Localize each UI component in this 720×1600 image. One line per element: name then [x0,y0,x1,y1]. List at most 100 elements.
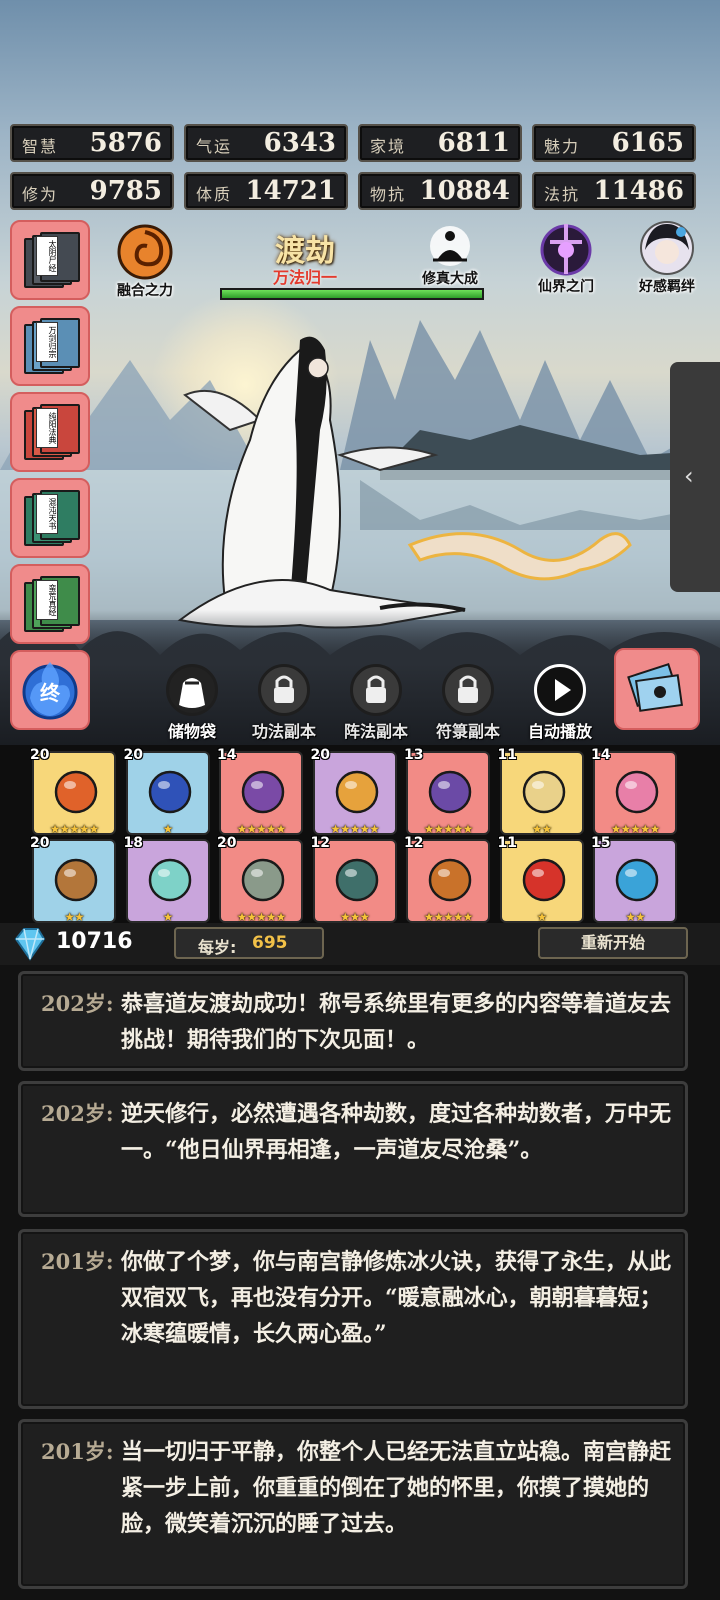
stat-label: 物抗 [370,185,407,204]
realm-progress-fill [222,290,482,298]
book-title: 纯阳法典 [36,408,58,448]
technique-dungeon-button[interactable]: 功法副本 [244,664,324,741]
talisman-shop-button[interactable] [614,648,700,730]
cultivate-complete-button[interactable]: 修真大成 [414,224,486,290]
restart-button[interactable]: 重新开始 [538,927,688,959]
stat-value: 6343 [263,128,336,158]
inventory-slot[interactable]: 13 ★★★★★ [404,747,490,836]
inventory-slot[interactable]: 20 ★★★★★ [311,747,397,836]
book-button-2[interactable]: 万剑归宗 [10,306,90,386]
stat-label: 智慧 [22,137,59,156]
mirror-icon [428,770,472,814]
stat-wisdom: 智慧 5876 [10,124,174,162]
log-entry: 201岁: 你做了个梦，你与南宫静修炼冰火诀，获得了永生，从此双宿双飞，再也没有… [18,1229,688,1409]
item-level: 20 [217,835,237,851]
book-button-1[interactable]: 太阴尸经 [10,220,90,300]
inventory-slot[interactable]: 20 ★ [124,747,210,836]
log-text: 你做了个梦，你与南宫静修炼冰火诀，获得了永生，从此双宿双飞，再也没有分开。“暖意… [121,1249,672,1347]
inventory-slot[interactable]: 14 ★★★★★ [217,747,303,836]
talisman-dungeon-button[interactable]: 符箓副本 [428,664,508,741]
gourd-icon [335,770,378,814]
log-age: 202岁: [41,991,114,1016]
log-entry: 202岁: 逆天修行，必然遭遇各种劫数，度过各种劫数者，万中无一。“他日仙界再相… [18,1081,688,1217]
blue-flame-icon: 终 [22,662,78,720]
item-level: 11 [497,835,517,851]
inventory-slot[interactable]: 20 ★★ [30,835,116,924]
formation-dungeon-button[interactable]: 阵法副本 [336,664,416,741]
stat-value: 6811 [437,128,510,158]
axe-icon [241,858,285,902]
inventory-slot[interactable]: 14 ★★★★★ [591,747,677,836]
inventory-slot[interactable]: 15 ★★ [591,835,677,924]
orb-red-icon [522,858,565,902]
immortal-gate-button[interactable]: 仙界之门 [522,220,610,300]
inventory-slot[interactable]: 20 ★★★★★ [30,747,116,836]
stat-value: 5876 [89,128,162,158]
ending-button[interactable]: 终 [10,650,90,730]
star-rating: ★★ [64,910,85,924]
heroine-portrait-icon [640,221,694,275]
stat-phys-resist: 物抗 10884 [358,172,522,210]
cauldron-icon [428,858,472,902]
inventory-slot[interactable]: 20 ★★★★★ [217,835,303,924]
book-button-4[interactable]: 混沌天书 [10,478,90,558]
item-level: 20 [310,747,330,763]
log-entry: 202岁: 恭喜道友渡劫成功！称号系统里有更多的内容等着道友去挑战！期待我们的下… [18,971,688,1071]
item-level: 15 [591,835,611,851]
star-rating: ★★★★★ [423,822,474,836]
stat-value: 14721 [245,176,336,206]
star-rating: ★ [536,910,548,924]
star-rating: ★★★★★ [423,910,474,924]
star-rating: ★★★★★ [236,822,287,836]
stat-cultivation: 修为 9785 [10,172,174,210]
gate-icon [540,224,592,276]
item-level: 13 [404,747,424,763]
lock-icon [258,664,310,716]
per-year-value: 695 [252,933,288,953]
lock-icon [350,664,402,716]
stat-label: 修为 [22,185,59,204]
storage-bag-label: 储物袋 [167,722,216,741]
log-text: 当一切归于平静，你整个人已经无法直立站稳。南宫静赶紧一步上前，你重重的倒在了她的… [121,1439,672,1537]
star-rating: ★★ [625,910,646,924]
event-log[interactable]: 202岁: 恭喜道友渡劫成功！称号系统里有更多的内容等着道友去挑战！期待我们的下… [0,965,720,1600]
inventory-slot[interactable]: 12 ★★★ [311,835,397,924]
realm-subtitle: 万法归一 [272,268,337,287]
inventory-slot[interactable]: 11 ★ [498,835,584,924]
stat-value: 9785 [89,176,162,206]
storage-bag-button[interactable]: 储物袋 [152,664,232,741]
gem-count: 10716 [56,929,133,954]
book-button-5[interactable]: 蛮荒真经 [10,564,90,644]
book-button-3[interactable]: 纯阳法典 [10,392,90,472]
stat-label: 家境 [370,137,407,156]
affinity-label: 好感羁绊 [639,279,695,295]
star-rating: ★★★★★ [236,910,287,924]
blade-icon [335,858,378,902]
book-title: 混沌天书 [36,494,58,534]
play-icon [534,664,586,716]
affinity-button[interactable]: 好感羁绊 [622,220,712,300]
inventory-slot[interactable]: 12 ★★★★★ [404,835,490,924]
side-drawer-tab[interactable]: ‹ [670,362,720,592]
star-rating: ★★ [531,822,553,836]
stat-value: 10884 [419,176,510,206]
immortal-gate-label: 仙界之门 [538,279,594,295]
scepter-icon [522,770,565,814]
scroll-icon [615,770,659,814]
fusion-button[interactable]: 融合之力 [108,224,182,300]
stat-luck: 气运 6343 [184,124,348,162]
star-rating: ★ [162,910,174,924]
swirl-icon [117,224,173,280]
technique-dungeon-label: 功法副本 [251,722,316,741]
star-rating: ★★★★★ [49,822,100,836]
stat-label: 气运 [196,137,233,156]
star-rating: ★ [162,822,174,836]
auto-play-button[interactable]: 自动播放 [520,664,600,741]
item-level: 20 [123,747,143,763]
inventory-slot[interactable]: 11 ★★ [498,747,584,836]
item-level: 20 [30,747,50,763]
stat-label: 法抗 [544,185,581,204]
inventory-slot[interactable]: 18 ★ [124,835,210,924]
stat-value: 11486 [593,176,684,206]
stat-family: 家境 6811 [358,124,522,162]
